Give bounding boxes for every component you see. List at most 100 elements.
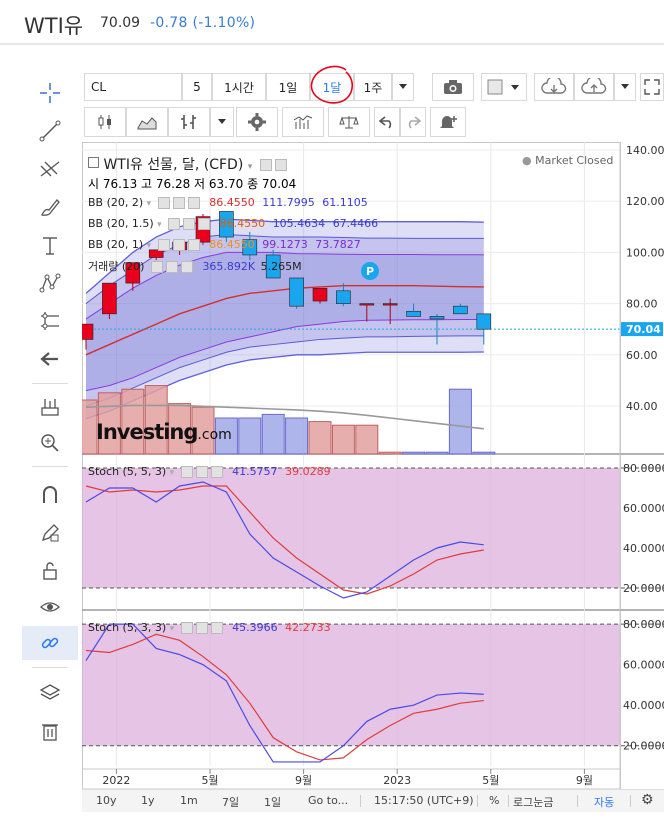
eye-toggle-icon[interactable] <box>180 466 193 478</box>
link-icon[interactable] <box>22 626 78 660</box>
stoch2-tick-label: 60.0000 <box>623 659 664 672</box>
trend-line-icon[interactable] <box>22 114 78 148</box>
interval-5-button[interactable]: 5 <box>182 73 212 101</box>
goto-button[interactable]: Go to... <box>308 794 348 807</box>
p-badge[interactable]: P <box>361 262 379 280</box>
time-tick-label: 9월 <box>576 774 593 787</box>
range-1y-button[interactable]: 1y <box>141 794 155 807</box>
undo-icon <box>379 116 392 129</box>
unlock-icon[interactable] <box>22 554 78 588</box>
candle-body <box>102 282 117 315</box>
caret-icon[interactable]: ▾ <box>170 468 175 478</box>
crosshair-icon[interactable] <box>22 76 78 110</box>
stoch2-tick-label: 20.0000 <box>623 740 664 753</box>
compare-button[interactable] <box>328 107 370 137</box>
percent-scale-button[interactable]: % <box>489 794 499 807</box>
layers-icon[interactable] <box>22 676 78 710</box>
magnet-icon[interactable] <box>22 478 78 512</box>
camera-button[interactable] <box>432 73 474 101</box>
log-scale-button[interactable]: 로그눈금 <box>513 794 553 810</box>
prediction-icon[interactable] <box>22 304 78 338</box>
settings-small-icon[interactable] <box>195 466 208 478</box>
indicators-dropdown-button[interactable] <box>210 107 234 137</box>
cloud-dropdown-button[interactable] <box>614 73 636 101</box>
caret-icon[interactable]: ▾ <box>147 241 152 251</box>
caret-icon[interactable]: ▾ <box>147 199 152 209</box>
gear-icon[interactable]: ⚙ <box>641 792 654 808</box>
eye-toggle-icon[interactable] <box>259 159 272 171</box>
cloud-download-button[interactable] <box>534 73 574 101</box>
bb2-label: BB (20, 1.5) <box>88 217 154 230</box>
pattern-icon[interactable] <box>22 266 78 300</box>
eye-toggle-icon[interactable] <box>157 239 170 251</box>
volume-label: 거래량 (20) <box>88 260 145 273</box>
eye-toggle-icon[interactable] <box>157 197 170 209</box>
eye-toggle-icon[interactable] <box>168 218 181 230</box>
settings-small-icon[interactable] <box>195 622 208 634</box>
color-picker-button[interactable] <box>481 73 527 101</box>
caret-icon[interactable]: ▾ <box>248 162 253 172</box>
bb3-legend: BB (20, 1) ▾ 86.4550 99.1273 73.7827 <box>88 238 361 251</box>
bb1-lower-value: 61.1105 <box>322 196 368 209</box>
eye-toggle-icon[interactable] <box>150 261 163 273</box>
ohlc-readout: 시 76.13 고 76.28 저 63.70 종 70.04 <box>88 177 297 191</box>
time-tick-label: 9월 <box>295 774 312 787</box>
fib-icon[interactable] <box>22 152 78 186</box>
trash-icon[interactable] <box>22 714 78 748</box>
settings-small-icon[interactable] <box>183 218 196 230</box>
price-tick-label: 40.00 <box>626 400 658 413</box>
bb2-upper-value: 105.4634 <box>272 217 326 230</box>
close-small-icon[interactable] <box>180 261 193 273</box>
interval-1h-button[interactable]: 1시간 <box>212 73 266 101</box>
close-small-icon[interactable] <box>198 218 211 230</box>
brush-icon[interactable] <box>22 190 78 224</box>
interval-dropdown-button[interactable] <box>392 73 414 101</box>
range-1m-button[interactable]: 1m <box>180 794 198 807</box>
settings-small-icon[interactable] <box>172 239 185 251</box>
fullscreen-button[interactable] <box>640 73 664 101</box>
text-icon[interactable] <box>22 228 78 262</box>
interval-1w-button[interactable]: 1주 <box>354 73 392 101</box>
collapse-icon[interactable] <box>88 157 99 168</box>
eye-toggle-icon[interactable] <box>180 622 193 634</box>
settings-small-icon[interactable] <box>274 159 287 171</box>
bb1-label: BB (20, 2) <box>88 196 144 209</box>
range-1d-button[interactable]: 1일 <box>264 794 281 810</box>
range-7d-button[interactable]: 7일 <box>222 794 239 810</box>
zoom-in-icon[interactable] <box>22 426 78 460</box>
settings-small-icon[interactable] <box>165 261 178 273</box>
settings-small-icon[interactable] <box>172 197 185 209</box>
area-style-button[interactable] <box>126 107 168 137</box>
settings-button[interactable] <box>236 107 278 137</box>
close-small-icon[interactable] <box>210 466 223 478</box>
caret-icon[interactable]: ▾ <box>157 220 162 230</box>
candle-body <box>406 310 421 317</box>
undo-button[interactable] <box>374 107 400 137</box>
cloud-upload-button[interactable] <box>574 73 614 101</box>
stoch2-tick-label: 80.0000 <box>623 618 664 631</box>
close-small-icon[interactable] <box>210 622 223 634</box>
bb2-basis-value: 86.4550 <box>219 217 266 230</box>
last-price-tag-text: 70.04 <box>626 323 661 336</box>
measure-icon[interactable] <box>22 390 78 424</box>
market-status-text: Market Closed <box>535 154 614 167</box>
stoch2-k-value: 45.3966 <box>232 621 278 634</box>
eye-icon[interactable] <box>22 590 78 624</box>
back-arrow-icon[interactable] <box>22 342 78 376</box>
camera-icon <box>444 80 462 94</box>
candle-style-button[interactable] <box>84 107 126 137</box>
close-small-icon[interactable] <box>187 239 200 251</box>
interval-1d-button[interactable]: 1일 <box>266 73 310 101</box>
price-tick-label: 100.00 <box>626 246 664 259</box>
range-10y-button[interactable]: 10y <box>96 794 117 807</box>
symbol-input[interactable]: CL <box>84 73 182 101</box>
lock-pencil-icon[interactable] <box>22 516 78 550</box>
alert-button[interactable] <box>430 107 466 137</box>
close-small-icon[interactable] <box>187 197 200 209</box>
study-templates-button[interactable] <box>282 107 324 137</box>
redo-button[interactable] <box>400 107 426 137</box>
indicators-button[interactable] <box>168 107 210 137</box>
caret-icon[interactable]: ▾ <box>170 624 175 634</box>
stoch2-label: Stoch (5, 3, 3) <box>88 621 167 634</box>
auto-scale-button[interactable]: 자동 <box>594 794 614 810</box>
